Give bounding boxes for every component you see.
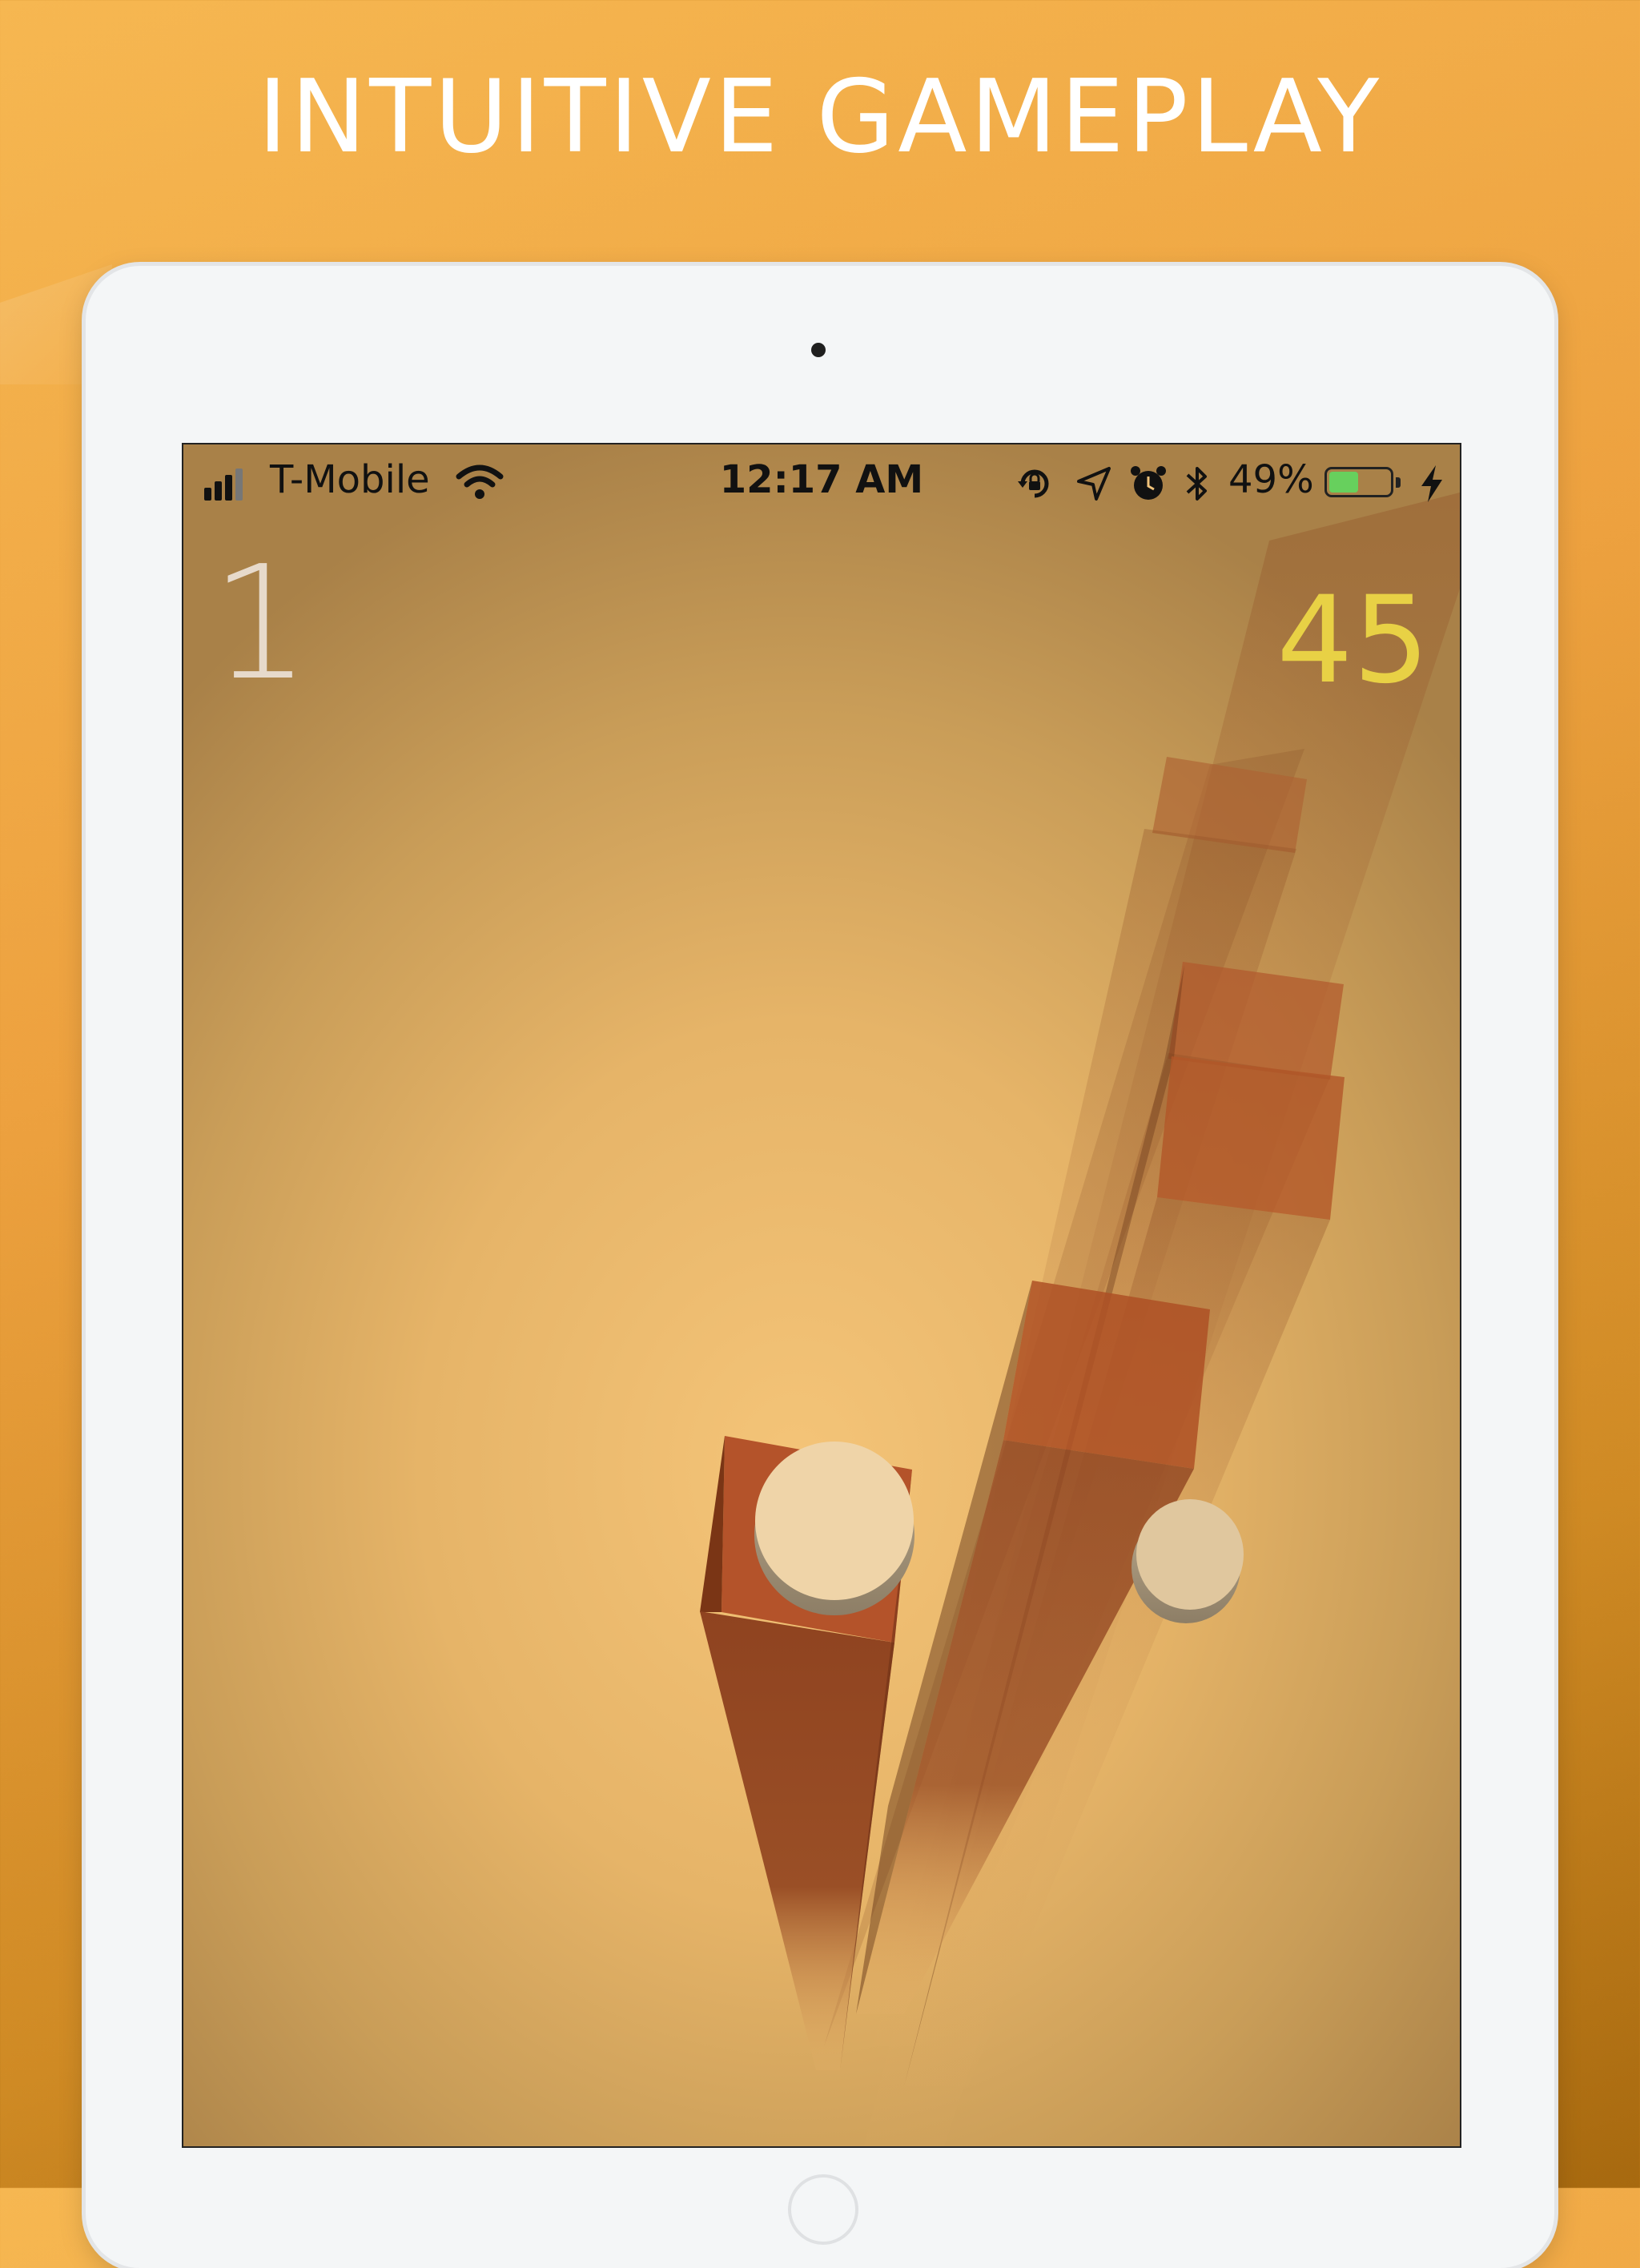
home-button[interactable]	[788, 2174, 858, 2245]
score-left: 1	[211, 533, 311, 715]
battery-percent: 49%	[1228, 457, 1314, 502]
location-icon	[1077, 467, 1111, 501]
camera-dot	[811, 343, 826, 357]
score-right: 45	[1276, 571, 1429, 710]
player-ball	[754, 1442, 914, 1615]
charging-icon	[1421, 465, 1442, 502]
promo-headline: INTUITIVE GAMEPLAY	[257, 58, 1383, 175]
pillar-trail	[824, 493, 1460, 2146]
bluetooth-icon	[1186, 467, 1207, 501]
game-screen[interactable]: T-Mobile 12:17 AM 49% 1 45	[182, 443, 1461, 2148]
battery-icon	[1324, 467, 1401, 501]
game-scene[interactable]	[183, 444, 1460, 2146]
status-bar: T-Mobile 12:17 AM 49%	[183, 444, 1460, 517]
orientation-lock-icon	[1018, 469, 1049, 498]
alarm-icon	[1131, 466, 1166, 500]
